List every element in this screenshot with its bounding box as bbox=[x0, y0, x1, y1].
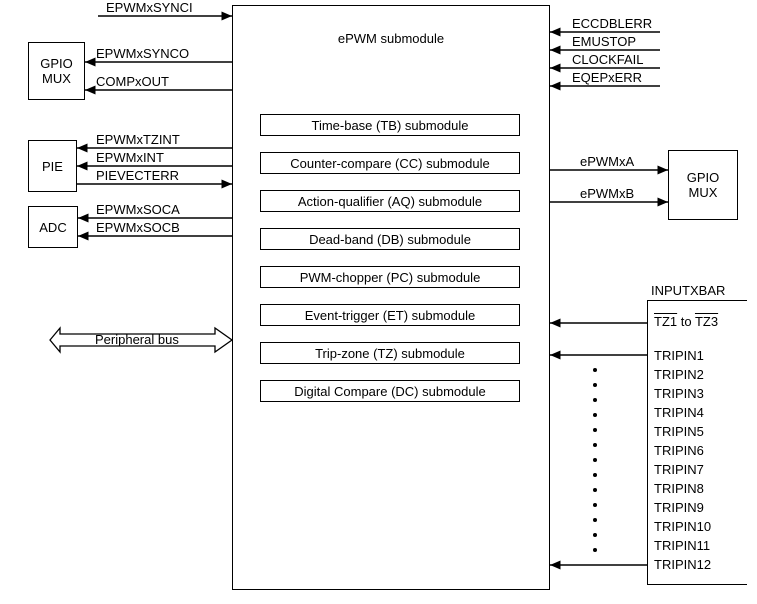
label-tripin5: TRIPIN5 bbox=[654, 424, 704, 439]
adc-box: ADC bbox=[28, 206, 78, 248]
label-clockfail: CLOCKFAIL bbox=[572, 52, 644, 67]
label-tripin12: TRIPIN12 bbox=[654, 557, 711, 572]
adc-label: ADC bbox=[39, 220, 66, 235]
gpio-mux-left-label: GPIO MUX bbox=[40, 56, 73, 86]
label-tripin8: TRIPIN8 bbox=[654, 481, 704, 496]
submodule-tb: Time-base (TB) submodule bbox=[260, 114, 520, 136]
label-tripin3: TRIPIN3 bbox=[654, 386, 704, 401]
label-epwmxb: ePWMxB bbox=[580, 186, 634, 201]
label-epwmxa: ePWMxA bbox=[580, 154, 634, 169]
label-tz-range: TZ1 to TZ3 bbox=[654, 314, 718, 329]
label-epwmxsoca: EPWMxSOCA bbox=[96, 202, 180, 217]
label-tripin11: TRIPIN11 bbox=[654, 538, 710, 553]
inputxbar-label: INPUTXBAR bbox=[651, 283, 725, 298]
gpio-mux-right-box: GPIO MUX bbox=[668, 150, 738, 220]
epwm-submodule-box: ePWM submodule bbox=[232, 5, 550, 590]
label-tripin2: TRIPIN2 bbox=[654, 367, 704, 382]
label-epwmxsynci: EPWMxSYNCI bbox=[106, 0, 193, 15]
label-compxout: COMPxOUT bbox=[96, 74, 169, 89]
label-epwmxint: EPWMxINT bbox=[96, 150, 164, 165]
label-eqepxerr: EQEPxERR bbox=[572, 70, 642, 85]
label-peripheral-bus: Peripheral bus bbox=[95, 332, 179, 347]
label-tripin6: TRIPIN6 bbox=[654, 443, 704, 458]
submodule-pc: PWM-chopper (PC) submodule bbox=[260, 266, 520, 288]
label-tripin10: TRIPIN10 bbox=[654, 519, 711, 534]
submodule-dc: Digital Compare (DC) submodule bbox=[260, 380, 520, 402]
gpio-mux-right-label: GPIO MUX bbox=[687, 170, 720, 200]
label-tripin7: TRIPIN7 bbox=[654, 462, 704, 477]
pie-label: PIE bbox=[42, 159, 63, 174]
epwm-title: ePWM submodule bbox=[338, 31, 444, 46]
submodule-et: Event-trigger (ET) submodule bbox=[260, 304, 520, 326]
submodule-db: Dead-band (DB) submodule bbox=[260, 228, 520, 250]
submodule-tz: Trip-zone (TZ) submodule bbox=[260, 342, 520, 364]
submodule-cc: Counter-compare (CC) submodule bbox=[260, 152, 520, 174]
submodule-aq: Action-qualifier (AQ) submodule bbox=[260, 190, 520, 212]
label-tripin4: TRIPIN4 bbox=[654, 405, 704, 420]
pie-box: PIE bbox=[28, 140, 77, 192]
label-eccdblerr: ECCDBLERR bbox=[572, 16, 652, 31]
label-epwmxsocb: EPWMxSOCB bbox=[96, 220, 180, 235]
label-tripin9: TRIPIN9 bbox=[654, 500, 704, 515]
label-tripin1: TRIPIN1 bbox=[654, 348, 704, 363]
gpio-mux-left-box: GPIO MUX bbox=[28, 42, 85, 100]
label-epwmxtzint: EPWMxTZINT bbox=[96, 132, 180, 147]
label-emustop: EMUSTOP bbox=[572, 34, 636, 49]
label-pievecterr: PIEVECTERR bbox=[96, 168, 179, 183]
label-epwmxsynco: EPWMxSYNCO bbox=[96, 46, 189, 61]
